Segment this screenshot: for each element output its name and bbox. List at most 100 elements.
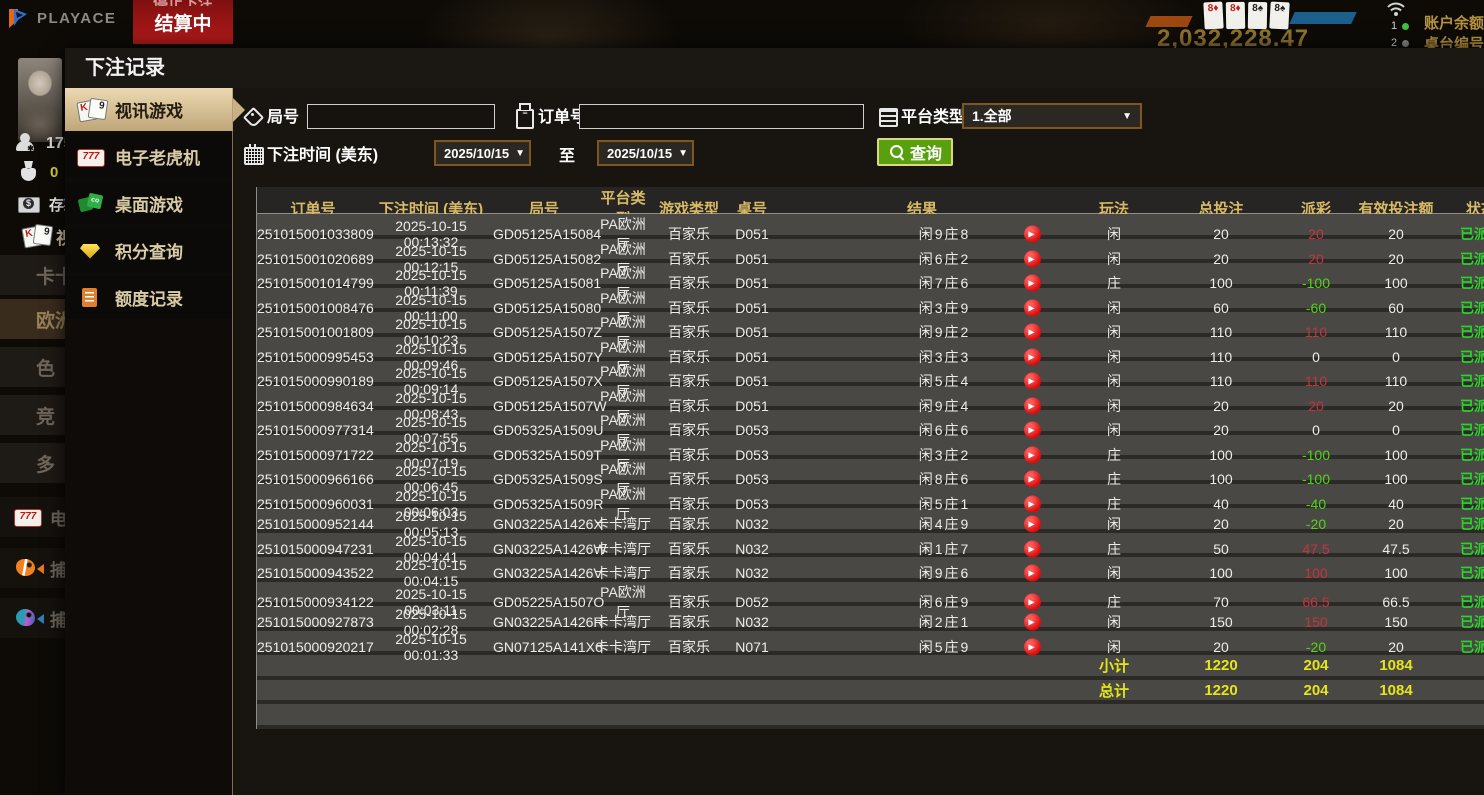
table-header-row: 订单号下注时间 (美东)局号平台类型游戏类型桌号结果玩法总投注派彩有效投注额状态 — [256, 187, 1484, 214]
playace-logo-icon — [6, 6, 31, 31]
cell-total-bet: 110 — [1161, 324, 1281, 340]
sidebar-item-tables[interactable]: 桌面游戏 — [65, 182, 233, 225]
deposit-icon — [16, 192, 44, 216]
replay-icon[interactable] — [1024, 397, 1041, 414]
summary-valid-bet: 1084 — [1351, 657, 1441, 674]
cell-order-no: 251015001020689 — [257, 251, 369, 267]
sidebar-item-label: 桌面游戏 — [115, 191, 183, 216]
cell-total-bet: 20 — [1161, 422, 1281, 438]
replay-icon[interactable] — [1024, 516, 1041, 533]
replay-icon[interactable] — [1024, 638, 1041, 655]
platform-select[interactable]: 1.全部 ▼ — [962, 103, 1142, 129]
cell-table-no: D051 — [727, 398, 777, 414]
cell-result: 闲9庄2 — [777, 322, 1067, 342]
cell-valid-bet: 110 — [1351, 324, 1441, 340]
cell-status: 已派彩 — [1441, 563, 1484, 583]
replay-icon[interactable] — [1024, 422, 1041, 439]
summary-row: 总计 1220 204 1084 — [257, 680, 1484, 705]
cell-bet-side: 闲 — [1067, 371, 1161, 391]
cell-order-no: 251015000943522 — [257, 565, 369, 581]
cell-status: 已派彩 — [1441, 224, 1484, 244]
cell-round-no: GD05325A1509R — [493, 496, 595, 512]
sidebar-item-cards[interactable]: 视讯游戏 — [65, 88, 233, 131]
chevron-down-icon: ▼ — [1122, 111, 1132, 122]
cell-status: 已派彩 — [1441, 298, 1484, 318]
cell-bet-side: 庄 — [1067, 469, 1161, 489]
cell-bet-time: 2025-10-15 00:04:15 — [369, 557, 493, 589]
cell-order-no: 251015001008476 — [257, 300, 369, 316]
order-input[interactable] — [579, 104, 864, 129]
replay-icon[interactable] — [1024, 495, 1041, 512]
cell-order-no: 251015000947231 — [257, 541, 369, 557]
cell-order-no: 251015000990189 — [257, 373, 369, 389]
replay-icon[interactable] — [1024, 348, 1041, 365]
cell-bet-side: 庄 — [1067, 494, 1161, 514]
table-row: 251015000943522 2025-10-15 00:04:15 GN03… — [257, 557, 1484, 582]
replay-icon[interactable] — [1024, 471, 1041, 488]
cell-round-no: GD05325A1509U — [493, 422, 595, 438]
cell-total-bet: 100 — [1161, 471, 1281, 487]
replay-icon[interactable] — [1024, 299, 1041, 316]
sidebar-item-slots[interactable]: 电子老虎机 — [65, 135, 233, 178]
sidebar-item-diamond[interactable]: 积分查询 — [65, 229, 233, 272]
replay-icon[interactable] — [1024, 593, 1041, 610]
replay-icon[interactable] — [1024, 540, 1041, 557]
cell-valid-bet: 100 — [1351, 471, 1441, 487]
cell-result: 闲5庄1 — [777, 494, 1067, 514]
slots-icon — [14, 505, 42, 529]
cell-table-no: N032 — [727, 541, 777, 557]
seat-status-dot — [1402, 40, 1409, 47]
cell-table-no: D053 — [727, 422, 777, 438]
cell-game-type: 百家乐 — [651, 224, 727, 244]
cell-total-bet: 40 — [1161, 496, 1281, 512]
replay-icon[interactable] — [1024, 250, 1041, 267]
cell-payout: -100 — [1281, 275, 1351, 291]
cell-total-bet: 20 — [1161, 639, 1281, 655]
cell-bet-side: 闲 — [1067, 563, 1161, 583]
replay-icon[interactable] — [1024, 226, 1041, 243]
cell-total-bet: 110 — [1161, 349, 1281, 365]
cell-table-no: D053 — [727, 496, 777, 512]
replay-icon[interactable] — [1024, 446, 1041, 463]
table-row: 251015001033809 2025-10-15 00:13:32 GD05… — [257, 214, 1484, 239]
cell-table-no: D051 — [727, 324, 777, 340]
seat-number: 1 — [1391, 20, 1397, 32]
cell-game-type: 百家乐 — [651, 322, 727, 342]
replay-icon[interactable] — [1024, 324, 1041, 341]
diamond-icon — [77, 239, 105, 263]
cell-order-no: 251015000995453 — [257, 349, 369, 365]
search-button[interactable]: 查询 — [877, 138, 953, 166]
replay-icon[interactable] — [1024, 275, 1041, 292]
replay-icon[interactable] — [1024, 565, 1041, 582]
round-input[interactable] — [307, 104, 495, 129]
cell-order-no: 251015000934122 — [257, 594, 369, 610]
summary-payout: 204 — [1281, 657, 1351, 674]
cell-platform: 卡卡湾厅 — [595, 514, 651, 534]
cell-game-type: 百家乐 — [651, 273, 727, 293]
cell-status: 已派彩 — [1441, 612, 1484, 632]
table-rows: 251015001033809 2025-10-15 00:13:32 GD05… — [256, 214, 1484, 729]
date-to-picker[interactable]: 2025/10/15 ▼ — [597, 140, 694, 166]
cell-platform: 卡卡湾厅 — [595, 612, 651, 632]
summary-total-bet: 1220 — [1161, 657, 1281, 674]
date-from-picker[interactable]: 2025/10/15 ▼ — [434, 140, 531, 166]
cell-valid-bet: 66.5 — [1351, 594, 1441, 610]
table-row: 251015000934122 2025-10-15 00:03:11 GD05… — [257, 582, 1484, 607]
cell-total-bet: 60 — [1161, 300, 1281, 316]
cell-valid-bet: 100 — [1351, 447, 1441, 463]
cell-game-type: 百家乐 — [651, 469, 727, 489]
cell-round-no: GN03225A1426R — [493, 614, 595, 630]
cell-bet-side: 闲 — [1067, 612, 1161, 632]
cell-result: 闲3庄2 — [777, 445, 1067, 465]
order-filter-label-group: 订单号 — [514, 103, 586, 127]
cell-payout: 100 — [1281, 565, 1351, 581]
sidebar-item-doc[interactable]: 额度记录 — [65, 276, 233, 319]
round-label: 局号 — [267, 103, 299, 127]
cell-payout: 20 — [1281, 226, 1351, 242]
settling-text: 结算中 — [133, 9, 233, 36]
replay-icon[interactable] — [1024, 614, 1041, 631]
account-balance-label: 账户余额 — [1424, 12, 1484, 33]
cell-game-type: 百家乐 — [651, 396, 727, 416]
replay-icon[interactable] — [1024, 373, 1041, 390]
fish-orange-icon — [14, 556, 42, 580]
